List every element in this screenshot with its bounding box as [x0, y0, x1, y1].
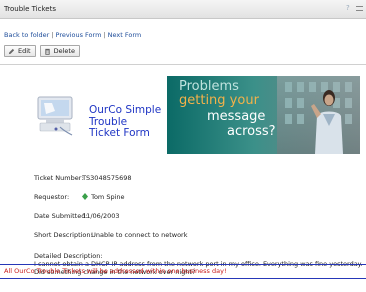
person-photo — [311, 90, 343, 154]
footer-note: All OurCo Trouble Tickets will be addres… — [4, 267, 227, 275]
requestor-label: Requestor: — [34, 193, 70, 201]
requestor-value[interactable]: Tom Spine — [91, 193, 124, 201]
person-status-icon — [82, 193, 89, 200]
app-name-line3: Ticket Form — [89, 127, 150, 139]
promo-image: Problems getting your message across? — [167, 76, 360, 154]
help-icon[interactable]: ? — [346, 4, 354, 14]
nav-separator: | — [51, 31, 54, 39]
ticket-number-label: Ticket Number: — [34, 174, 84, 182]
requestor-row: Requestor: Tom Spine — [34, 193, 125, 201]
short-description-value: Unable to connect to network — [91, 231, 188, 239]
app-name: OurCo Simple Trouble Ticket Form — [89, 104, 162, 140]
ticket-number-row: Ticket Number: TS3048575698 — [34, 174, 132, 182]
date-submitted-value: 11/06/2003 — [82, 212, 120, 220]
promo-line2: getting your — [179, 93, 259, 108]
edit-button-label: Edit — [18, 47, 31, 55]
previous-form-link[interactable]: Previous Form — [56, 31, 102, 39]
menu-icon[interactable] — [356, 6, 363, 11]
edit-button[interactable]: Edit — [4, 45, 36, 57]
promo-line3: message — [207, 109, 266, 124]
form-banner: OurCo Simple Trouble Ticket Form Problem… — [28, 76, 360, 154]
breadcrumb-nav: Back to folder | Previous Form | Next Form — [4, 31, 141, 39]
date-submitted-label: Date Submitted: — [34, 212, 88, 220]
delete-button[interactable]: Delete — [39, 45, 80, 57]
short-description-row: Short Description: Unable to connect to … — [34, 231, 188, 239]
trash-icon — [44, 48, 50, 55]
detailed-description-label: Detailed Description: — [34, 252, 103, 260]
footer-divider-bottom — [0, 278, 366, 279]
date-row: Date Submitted: 11/06/2003 — [34, 212, 120, 220]
delete-button-label: Delete — [53, 47, 75, 55]
promo-line1: Problems — [179, 79, 239, 94]
back-to-folder-link[interactable]: Back to folder — [4, 31, 49, 39]
window-titlebar: Trouble Tickets ? — [0, 0, 366, 19]
short-description-label: Short Description: — [34, 231, 93, 239]
next-form-link[interactable]: Next Form — [108, 31, 142, 39]
computer-logo-image — [37, 96, 73, 136]
ticket-number-value: TS3048575698 — [82, 174, 132, 182]
divider — [0, 64, 366, 65]
footer-divider-top — [0, 264, 366, 265]
pencil-icon — [8, 48, 15, 54]
action-toolbar: Edit Delete — [4, 45, 80, 57]
app-name-line1: OurCo Simple — [89, 104, 162, 116]
promo-line4: across? — [227, 124, 276, 139]
window-title: Trouble Tickets — [4, 5, 56, 13]
nav-separator: | — [103, 31, 106, 39]
